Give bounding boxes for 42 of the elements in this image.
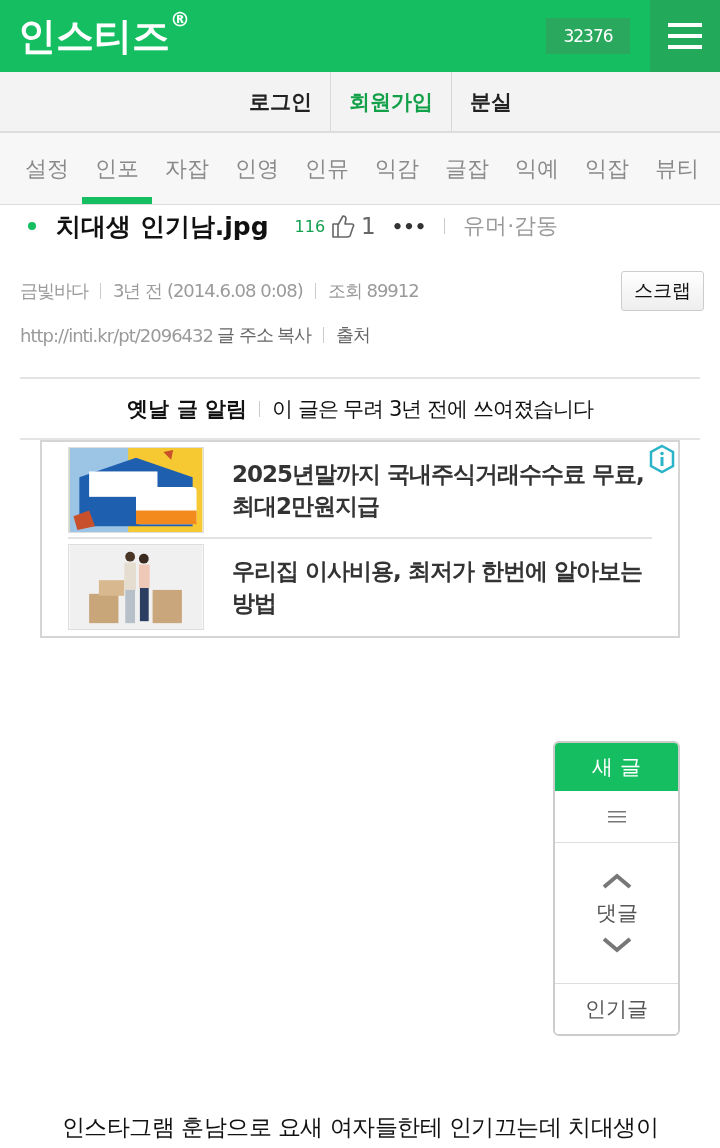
post-score: 116 [294, 216, 326, 236]
post-url: http://inti.kr/pt/2096432 [20, 324, 213, 346]
account-link[interactable]: 로그인 [230, 72, 330, 131]
logo[interactable]: 인스티즈® [0, 10, 546, 62]
menu-icon [668, 23, 702, 49]
new-post-button[interactable]: 새 글 [555, 743, 678, 791]
board-tab[interactable]: 뷰티 [642, 133, 712, 204]
board-tab[interactable]: 익감 [362, 133, 432, 204]
board-tab[interactable]: 인뮤 [292, 133, 362, 204]
board-tab[interactable]: 자잡 [152, 133, 222, 204]
source-link[interactable]: 출처 [336, 323, 371, 347]
post-category[interactable]: 유머·감동 [463, 211, 559, 241]
ad-link[interactable]: 2025년말까지 국내주식거래수수료 무료, 최대2만원지급 [232, 457, 652, 523]
board-tab[interactable]: 익예 [502, 133, 572, 204]
post-title: 치대생 인기남.jpg [56, 210, 269, 243]
like-count: 1 [361, 213, 376, 239]
info-icon[interactable] [648, 444, 676, 474]
account-link[interactable]: 회원가입 [329, 72, 452, 131]
notice-text: 이 글은 무려 3년 전에 쓰여졌습니다 [271, 395, 593, 423]
board-tab[interactable]: 인영 [222, 133, 292, 204]
list-icon [607, 809, 626, 824]
down-chevron-icon[interactable] [601, 937, 632, 953]
post-body-text: 인스타그램 훈남으로 요새 여자들한테 인기끄는데 치대생이 [60, 1113, 660, 1142]
more-button[interactable]: ••• [391, 215, 427, 237]
scrap-button[interactable]: 스크랩 [621, 271, 704, 311]
comments-label[interactable]: 댓글 [595, 899, 638, 927]
account-link[interactable]: 분실 [451, 72, 530, 131]
thumbs-up-icon[interactable] [331, 213, 356, 239]
post-time: 3년 전 (2014.6.08 0:08) [113, 279, 303, 303]
bullet-icon [28, 222, 36, 230]
ad-link[interactable]: 우리집 이사비용, 최저가 한번에 알아보는 방법 [232, 554, 652, 620]
board-tab[interactable]: 글잡 [432, 133, 502, 204]
up-chevron-icon[interactable] [601, 873, 632, 889]
board-tab[interactable]: 익잡 [572, 133, 642, 204]
board-tab[interactable]: 설정 [12, 133, 82, 204]
notice-label: 옛날 글 알림 [127, 395, 247, 423]
author-name[interactable]: 금빛바다 [20, 279, 88, 303]
visitor-counter: 32376 [546, 18, 630, 54]
view-count: 조회 89912 [327, 279, 419, 303]
menu-button[interactable] [650, 0, 720, 72]
copy-link[interactable]: 글 주소 복사 [216, 323, 312, 347]
board-tab[interactable]: 인포 [82, 133, 152, 204]
